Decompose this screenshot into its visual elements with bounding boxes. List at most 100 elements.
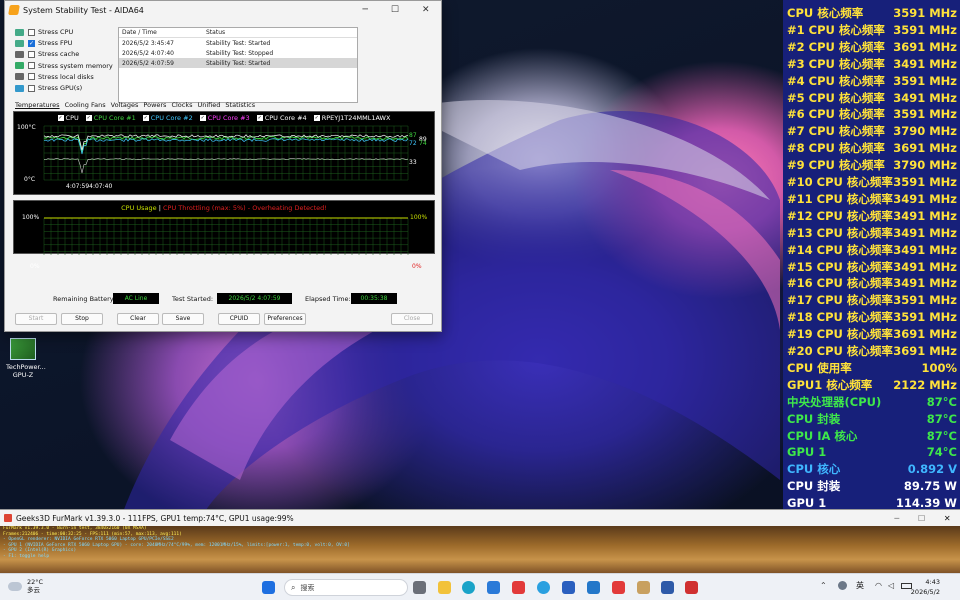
maximize-button[interactable]: ☐	[391, 5, 399, 15]
sensor-label: #20 CPU 核心频率	[787, 344, 893, 358]
sensor-value: 3491 MHz	[893, 225, 957, 240]
sensor-label: #2 CPU 核心频率	[787, 39, 885, 54]
elapsed-time-label: Elapsed Time:	[305, 295, 351, 303]
temp-right-label: 87	[409, 132, 417, 139]
task-view-icon[interactable]	[413, 581, 426, 594]
sensor-label: #3 CPU 核心频率	[787, 56, 885, 71]
checkbox[interactable]	[28, 62, 35, 70]
tab-unified[interactable]: Unified	[198, 101, 221, 109]
ime-indicator[interactable]: 英	[856, 580, 864, 591]
minimize-button[interactable]: ─	[894, 514, 899, 523]
start-windows-icon[interactable]	[262, 581, 275, 594]
log-status: Stability Test: Started	[206, 59, 271, 67]
close-window-button[interactable]: ✕	[422, 5, 430, 15]
sensor-value: 74°C	[926, 445, 957, 460]
sensor-value: 3591 MHz	[893, 310, 957, 325]
sensor-value: 3591 MHz	[893, 107, 957, 122]
sensor-row: #6 CPU 核心频率 3591 MHz	[787, 106, 957, 123]
aida64-flame-icon	[8, 5, 20, 15]
stress-option-label: Stress GPU(s)	[38, 84, 83, 92]
desktop-icon-gpuz[interactable]: TechPower... GPU-Z	[6, 338, 46, 379]
log-time: 2026/5/2 4:07:40	[122, 49, 174, 57]
sensor-value: 3491 MHz	[893, 259, 957, 274]
sensor-row: 中央处理器(CPU) 87°C	[787, 394, 957, 411]
sensor-label: CPU 使用率	[787, 360, 852, 375]
sensor-label: CPU 封装	[787, 411, 841, 426]
tab-cooling-fans[interactable]: Cooling Fans	[65, 101, 106, 109]
stress-option[interactable]: Stress GPU(s)	[15, 84, 82, 92]
aida64-titlebar[interactable]: System Stability Test - AIDA64 ─ ☐ ✕	[5, 1, 441, 19]
aida64-taskbar-icon[interactable]	[661, 581, 674, 594]
close-button[interactable]: Close	[391, 313, 433, 325]
sensor-row: #16 CPU 核心频率 3491 MHz	[787, 275, 957, 292]
tab-voltages[interactable]: Voltages	[111, 101, 139, 109]
table-row[interactable]: 2026/5/2 4:07:59 Stability Test: Started	[119, 58, 357, 68]
clock[interactable]: 4:43 2026/5/2	[911, 577, 940, 597]
search-icon: ⌕	[291, 582, 296, 592]
sensor-value: 3491 MHz	[893, 191, 957, 206]
sensor-row: GPU1 核心频率 2122 MHz	[787, 377, 957, 394]
header-date-time[interactable]: Date / Time	[119, 29, 203, 36]
help-app-icon[interactable]	[537, 581, 550, 594]
sensor-row: #17 CPU 核心频率 3591 MHz	[787, 292, 957, 309]
stress-option[interactable]: Stress cache	[15, 50, 79, 58]
close-window-button[interactable]: ✕	[944, 514, 951, 523]
blue-app-icon[interactable]	[562, 581, 575, 594]
usage-plot	[43, 217, 409, 255]
stress-option[interactable]: Stress CPU	[15, 28, 73, 36]
sensor-label: #1 CPU 核心频率	[787, 22, 885, 37]
table-row[interactable]: 2026/5/2 4:07:40 Stability Test: Stopped	[119, 48, 357, 58]
checkbox[interactable]	[28, 28, 35, 36]
tab-clocks[interactable]: Clocks	[171, 101, 192, 109]
tab-temperatures[interactable]: Temperatures	[15, 101, 60, 109]
start-button[interactable]: Start	[15, 313, 57, 325]
fpu-chip-icon	[15, 39, 24, 47]
save-button[interactable]: Save	[162, 313, 204, 325]
furmark-titlebar[interactable]: Geeks3D FurMark v1.39.3.0 - 111FPS, GPU1…	[0, 510, 960, 526]
minimize-button[interactable]: ─	[362, 5, 367, 15]
sensor-row: #8 CPU 核心频率 3691 MHz	[787, 140, 957, 157]
furmark-taskbar-icon[interactable]	[685, 581, 698, 594]
preferences-button[interactable]: Preferences	[264, 313, 306, 325]
cpuid-button[interactable]: CPUID	[218, 313, 260, 325]
stress-option[interactable]: Stress local disks	[15, 73, 94, 81]
checkbox[interactable]	[28, 84, 35, 92]
stability-log-table[interactable]: Date / Time Status 2026/5/2 3:45:47 Stabi…	[118, 27, 358, 103]
red-app-icon[interactable]	[512, 581, 525, 594]
tab-powers[interactable]: Powers	[143, 101, 166, 109]
header-status[interactable]: Status	[203, 29, 357, 36]
stop-button[interactable]: Stop	[61, 313, 103, 325]
wifi-icon[interactable]: ◠	[875, 581, 882, 590]
tab-statistics[interactable]: Statistics	[225, 101, 255, 109]
edge-browser-icon[interactable]	[462, 581, 475, 594]
table-row[interactable]: 2026/5/2 3:45:47 Stability Test: Started	[119, 38, 357, 48]
file-explorer-icon[interactable]	[438, 581, 451, 594]
sensor-value: 2122 MHz	[893, 377, 957, 392]
search-box[interactable]: ⌕ 搜索	[284, 579, 408, 596]
stress-option[interactable]: ✓ Stress FPU	[15, 39, 72, 47]
sensor-row: #19 CPU 核心频率 3691 MHz	[787, 326, 957, 343]
volume-icon[interactable]: ◁	[888, 581, 894, 590]
onedrive-icon[interactable]	[838, 581, 847, 590]
remaining-battery-label: Remaining Battery:	[53, 295, 116, 303]
cloudy-weather-icon	[8, 581, 22, 591]
stress-option-label: Stress cache	[38, 50, 80, 59]
sensor-row: #3 CPU 核心频率 3491 MHz	[787, 56, 957, 73]
checkbox[interactable]	[28, 73, 35, 81]
stress-option[interactable]: Stress system memory	[15, 62, 113, 70]
wps-office-icon[interactable]	[612, 581, 625, 594]
game-app-icon[interactable]	[637, 581, 650, 594]
clock-date: 2026/5/2	[910, 588, 940, 596]
usage-axis-bottom-right: 0%	[412, 263, 422, 270]
chevron-up-icon[interactable]: ⌃	[820, 581, 827, 590]
clear-button[interactable]: Clear	[117, 313, 159, 325]
checkbox[interactable]: ✓	[28, 39, 35, 47]
sensor-value: 3491 MHz	[893, 208, 957, 223]
maximize-button[interactable]: ☐	[918, 514, 925, 523]
mail-icon[interactable]	[587, 581, 600, 594]
weather-widget[interactable]: 22°C 多云	[8, 578, 43, 594]
disk-icon	[15, 73, 24, 81]
checkbox[interactable]	[28, 50, 35, 58]
test-started-value: 2026/5/2 4:07:59	[217, 293, 292, 304]
store-icon[interactable]	[487, 581, 500, 594]
